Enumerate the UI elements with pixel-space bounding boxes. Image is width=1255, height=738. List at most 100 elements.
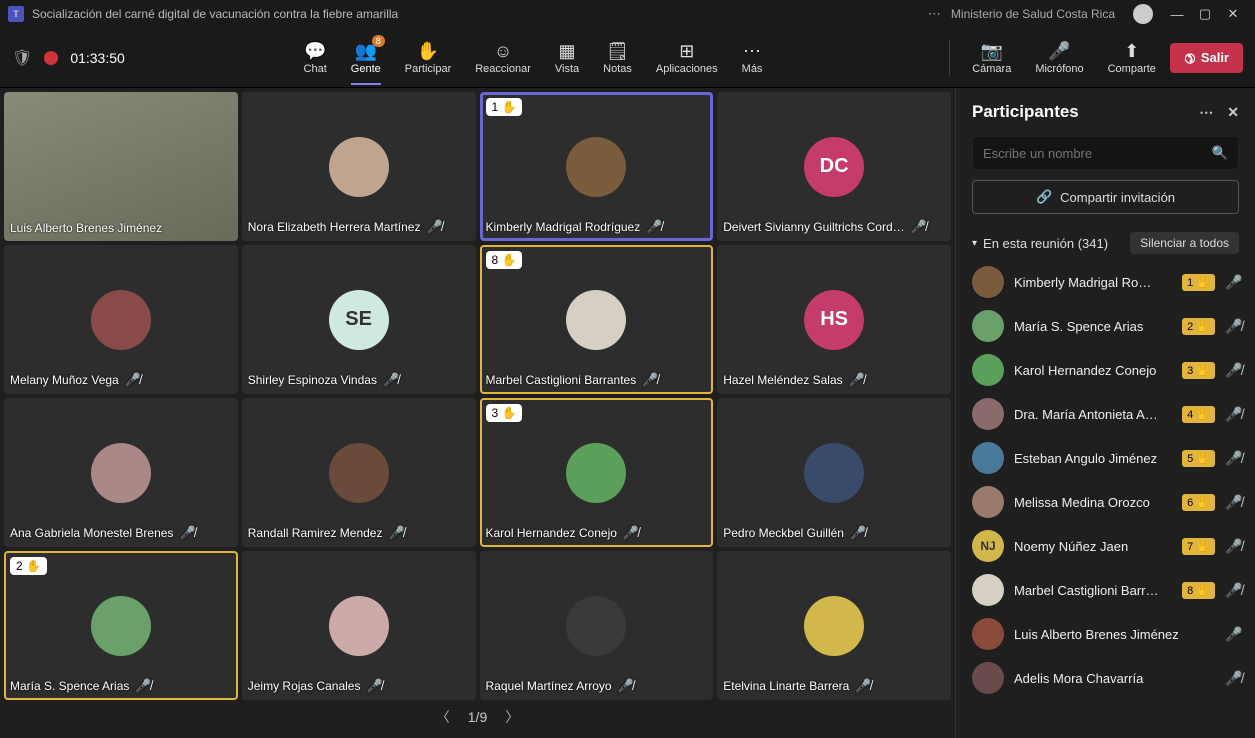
participant-tile[interactable]: Luis Alberto Brenes Jiménez xyxy=(4,92,238,241)
raise-hand-button[interactable]: ✋ Participar xyxy=(395,37,461,79)
people-label: Gente xyxy=(351,63,381,75)
participant-name: Jeimy Rojas Canales xyxy=(248,679,361,693)
smile-icon: ☺ xyxy=(494,41,512,63)
pager-next-icon[interactable]: 〉 xyxy=(501,703,523,731)
mic-muted-icon: 🎤̸ xyxy=(1225,406,1243,423)
panel-more-icon[interactable]: ⋯ xyxy=(1199,104,1213,121)
participant-tile[interactable]: DCDeivert Sivianny Guiltrichs Cord…🎤̸ xyxy=(717,92,951,241)
participant-tile[interactable]: Jeimy Rojas Canales🎤̸ xyxy=(242,551,476,700)
participant-row[interactable]: Kimberly Madrigal Ro…1 ✋🎤 xyxy=(966,260,1249,304)
participant-search[interactable]: 🔍 xyxy=(972,136,1239,170)
participant-tile[interactable]: Etelvina Linarte Barrera🎤̸ xyxy=(717,551,951,700)
participant-name: Ana Gabriela Monestel Brenes xyxy=(10,526,173,540)
mic-muted-icon: 🎤̸ xyxy=(1225,670,1243,687)
leave-button[interactable]: ✆ Salir xyxy=(1170,43,1243,73)
participant-row[interactable]: Esteban Angulo Jiménez5 ✋🎤̸ xyxy=(966,436,1249,480)
pager-text: 1/9 xyxy=(468,709,487,725)
mic-icon: 🎤 xyxy=(1048,41,1070,63)
mic-muted-icon: 🎤̸ xyxy=(1225,318,1243,335)
avatar xyxy=(972,618,1004,650)
participant-row[interactable]: Adelis Mora Chavarría🎤̸ xyxy=(966,656,1249,700)
search-input[interactable] xyxy=(983,146,1212,161)
panel-close-icon[interactable]: ✕ xyxy=(1227,104,1239,121)
meeting-duration: 01:33:50 xyxy=(70,50,125,66)
mic-muted-icon: 🎤̸ xyxy=(125,372,141,388)
view-button[interactable]: ▦ Vista xyxy=(545,37,589,79)
raise-hand-label: Participar xyxy=(405,63,451,75)
more-title-icon[interactable]: ⋯ xyxy=(928,6,941,22)
camera-label: Cámara xyxy=(972,63,1011,75)
share-button[interactable]: ⬆ Comparte xyxy=(1098,37,1166,79)
meeting-toolbar: 🛡 01:33:50 💬 Chat 👥 8 Gente ✋ Participar… xyxy=(0,28,1255,88)
mic-muted-icon: 🎤̸ xyxy=(426,219,442,235)
participant-tile[interactable]: Pedro Meckbel Guillén🎤̸ xyxy=(717,398,951,547)
avatar xyxy=(566,290,626,350)
window-close-icon[interactable]: ✕ xyxy=(1219,0,1247,28)
recording-indicator-icon xyxy=(44,51,58,65)
avatar xyxy=(566,443,626,503)
participant-name: Randall Ramirez Mendez xyxy=(248,526,383,540)
mic-muted-icon: 🎤̸ xyxy=(855,678,871,694)
participant-tile[interactable]: 2 ✋María S. Spence Arias🎤̸ xyxy=(4,551,238,700)
avatar: HS xyxy=(804,290,864,350)
mute-all-button[interactable]: Silenciar a todos xyxy=(1130,232,1239,254)
notes-icon: 🗒 xyxy=(606,41,629,63)
participant-name: Raquel Martínez Arroyo xyxy=(486,679,612,693)
share-invite-button[interactable]: 🔗 Compartir invitación xyxy=(972,180,1239,214)
participant-name: Kimberly Madrigal Rodríguez xyxy=(486,220,641,234)
hand-raised-badge: 3 ✋ xyxy=(1182,362,1215,379)
people-badge: 8 xyxy=(372,35,385,47)
avatar xyxy=(329,137,389,197)
title-bar: T Socialización del carné digital de vac… xyxy=(0,0,1255,28)
participant-row[interactable]: María S. Spence Arias2 ✋🎤̸ xyxy=(966,304,1249,348)
participant-row[interactable]: Dra. María Antonieta A…4 ✋🎤̸ xyxy=(966,392,1249,436)
window-maximize-icon[interactable]: ▢ xyxy=(1191,0,1219,28)
participant-row[interactable]: Melissa Medina Orozco6 ✋🎤̸ xyxy=(966,480,1249,524)
notes-button[interactable]: 🗒 Notas xyxy=(593,37,642,79)
people-button[interactable]: 👥 8 Gente xyxy=(341,37,391,79)
react-button[interactable]: ☺ Reaccionar xyxy=(465,37,541,79)
participant-row[interactable]: Karol Hernandez Conejo3 ✋🎤̸ xyxy=(966,348,1249,392)
pager-prev-icon[interactable]: 〈 xyxy=(432,703,454,731)
participant-tile[interactable]: Melany Muñoz Vega🎤̸ xyxy=(4,245,238,394)
participant-tile[interactable]: HSHazel Meléndez Salas🎤̸ xyxy=(717,245,951,394)
participant-tile[interactable]: Ana Gabriela Monestel Brenes🎤̸ xyxy=(4,398,238,547)
hand-raised-badge: 5 ✋ xyxy=(1182,450,1215,467)
participant-row[interactable]: NJNoemy Núñez Jaen7 ✋🎤̸ xyxy=(966,524,1249,568)
avatar xyxy=(329,443,389,503)
participant-tile[interactable]: 8 ✋Marbel Castiglioni Barrantes🎤̸ xyxy=(480,245,714,394)
participant-name: Karol Hernandez Conejo xyxy=(1014,363,1172,378)
plus-square-icon: ⊞ xyxy=(679,41,694,63)
window-minimize-icon[interactable]: — xyxy=(1163,0,1191,28)
participants-list[interactable]: Kimberly Madrigal Ro…1 ✋🎤María S. Spence… xyxy=(956,260,1255,738)
chevron-down-icon[interactable]: ▾ xyxy=(972,238,977,249)
mic-muted-icon: 🎤̸ xyxy=(911,219,927,235)
user-avatar[interactable] xyxy=(1133,4,1153,24)
hand-raised-badge: 2 ✋ xyxy=(1182,318,1215,335)
mic-muted-icon: 🎤̸ xyxy=(850,525,866,541)
ellipsis-icon: ⋯ xyxy=(743,41,761,63)
participant-name: Marbel Castiglioni Barr… xyxy=(1014,583,1172,598)
more-button[interactable]: ⋯ Más xyxy=(732,37,773,79)
camera-button[interactable]: 📷 Cámara xyxy=(962,37,1021,79)
participant-tile[interactable]: Raquel Martínez Arroyo🎤̸ xyxy=(480,551,714,700)
mic-muted-icon: 🎤̸ xyxy=(623,525,639,541)
participant-tile[interactable]: 3 ✋Karol Hernandez Conejo🎤̸ xyxy=(480,398,714,547)
participant-tile[interactable]: 1 ✋Kimberly Madrigal Rodríguez🎤̸ xyxy=(480,92,714,241)
more-label: Más xyxy=(742,63,763,75)
mic-button[interactable]: 🎤 Micrófono xyxy=(1025,37,1093,79)
participant-name: Shirley Espinoza Vindas xyxy=(248,373,377,387)
chat-button[interactable]: 💬 Chat xyxy=(294,37,337,79)
participant-row[interactable]: Marbel Castiglioni Barr…8 ✋🎤̸ xyxy=(966,568,1249,612)
participant-tile[interactable]: Nora Elizabeth Herrera Martínez🎤̸ xyxy=(242,92,476,241)
pager: 〈 1/9 〉 xyxy=(4,700,951,734)
participant-row[interactable]: Luis Alberto Brenes Jiménez🎤 xyxy=(966,612,1249,656)
mic-muted-icon: 🎤̸ xyxy=(135,678,151,694)
participant-name: Dra. María Antonieta A… xyxy=(1014,407,1172,422)
mic-muted-icon: 🎤̸ xyxy=(1225,582,1243,599)
apps-button[interactable]: ⊞ Aplicaciones xyxy=(646,37,728,79)
participant-tile[interactable]: Randall Ramirez Mendez🎤̸ xyxy=(242,398,476,547)
share-link-icon: 🔗 xyxy=(1036,189,1052,205)
participant-name: Melissa Medina Orozco xyxy=(1014,495,1172,510)
participant-tile[interactable]: SEShirley Espinoza Vindas🎤̸ xyxy=(242,245,476,394)
